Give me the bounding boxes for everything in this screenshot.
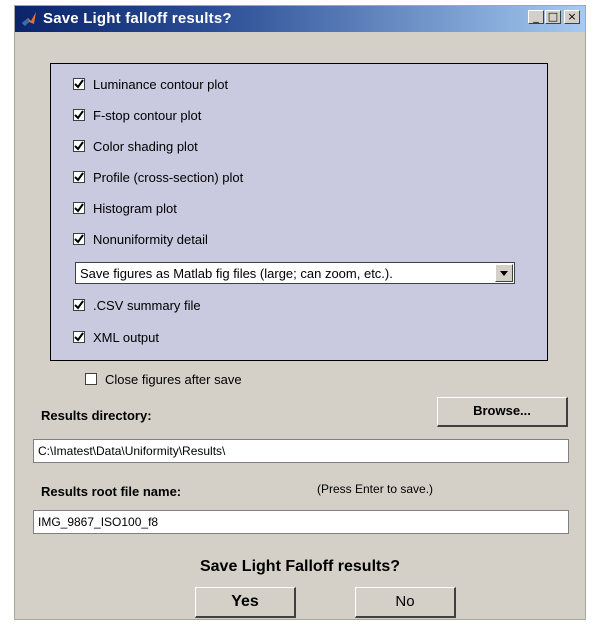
option-color-shading[interactable]: Color shading plot bbox=[73, 137, 198, 155]
yes-button[interactable]: Yes bbox=[195, 587, 296, 618]
chevron-down-icon bbox=[500, 271, 508, 276]
checkbox[interactable] bbox=[73, 78, 85, 90]
close-button[interactable]: × bbox=[564, 10, 580, 24]
option-nonuniformity[interactable]: Nonuniformity detail bbox=[73, 230, 208, 248]
window-title: Save Light falloff results? bbox=[43, 10, 232, 27]
results-directory-value: C:\Imatest\Data\Uniformity\Results\ bbox=[38, 444, 226, 458]
check-icon bbox=[74, 79, 84, 89]
option-label: Color shading plot bbox=[93, 138, 198, 154]
figure-format-select[interactable]: Save figures as Matlab fig files (large;… bbox=[75, 262, 515, 284]
checkbox[interactable] bbox=[73, 171, 85, 183]
option-label: Nonuniformity detail bbox=[93, 231, 208, 247]
checkbox[interactable] bbox=[73, 109, 85, 121]
output-options-panel: Luminance contour plot F-stop contour pl… bbox=[50, 63, 548, 361]
option-histogram[interactable]: Histogram plot bbox=[73, 199, 177, 217]
results-root-label: Results root file name: bbox=[41, 484, 182, 499]
check-icon bbox=[74, 110, 84, 120]
no-label: No bbox=[395, 593, 415, 610]
browse-button[interactable]: Browse... bbox=[437, 397, 568, 427]
option-label: Histogram plot bbox=[93, 200, 177, 216]
checkbox[interactable] bbox=[85, 373, 97, 385]
option-luminance-contour[interactable]: Luminance contour plot bbox=[73, 75, 228, 93]
maximize-icon: □ bbox=[547, 10, 559, 23]
maximize-button[interactable]: □ bbox=[545, 10, 561, 24]
dropdown-button[interactable] bbox=[495, 264, 513, 282]
check-icon bbox=[74, 203, 84, 213]
figure-format-value: Save figures as Matlab fig files (large;… bbox=[80, 266, 393, 281]
results-directory-label: Results directory: bbox=[41, 408, 152, 423]
check-icon bbox=[74, 141, 84, 151]
browse-label: Browse... bbox=[473, 403, 531, 418]
option-csv-summary[interactable]: .CSV summary file bbox=[73, 296, 201, 314]
save-prompt: Save Light Falloff results? bbox=[199, 558, 401, 575]
checkbox[interactable] bbox=[73, 331, 85, 343]
results-root-input[interactable]: IMG_9867_ISO100_f8 bbox=[33, 510, 569, 534]
check-icon bbox=[74, 172, 84, 182]
option-label: XML output bbox=[93, 329, 160, 345]
checkbox[interactable] bbox=[73, 299, 85, 311]
results-root-value: IMG_9867_ISO100_f8 bbox=[38, 515, 159, 529]
option-xml-output[interactable]: XML output bbox=[73, 328, 159, 346]
matlab-app-icon bbox=[20, 10, 38, 28]
minimize-icon: _ bbox=[533, 10, 539, 23]
option-close-figures[interactable]: Close figures after save bbox=[85, 370, 242, 388]
option-label: Profile (cross-section) plot bbox=[93, 169, 244, 185]
title-bar[interactable]: Save Light falloff results? _ □ × bbox=[15, 6, 585, 32]
yes-label: Yes bbox=[231, 593, 259, 610]
check-icon bbox=[74, 300, 84, 310]
option-profile-plot[interactable]: Profile (cross-section) plot bbox=[73, 168, 243, 186]
no-button[interactable]: No bbox=[355, 587, 456, 618]
results-directory-input[interactable]: C:\Imatest\Data\Uniformity\Results\ bbox=[33, 439, 569, 463]
checkbox[interactable] bbox=[73, 202, 85, 214]
checkbox[interactable] bbox=[73, 233, 85, 245]
check-icon bbox=[74, 332, 84, 342]
dialog-window: Save Light falloff results? _ □ × Lumina… bbox=[14, 5, 586, 620]
option-label: F-stop contour plot bbox=[93, 107, 202, 123]
press-enter-hint: (Press Enter to save.) bbox=[317, 482, 434, 496]
option-fstop-contour[interactable]: F-stop contour plot bbox=[73, 106, 201, 124]
checkbox[interactable] bbox=[73, 140, 85, 152]
check-icon bbox=[74, 234, 84, 244]
close-icon: × bbox=[567, 10, 577, 23]
minimize-button[interactable]: _ bbox=[528, 10, 544, 24]
option-label: Close figures after save bbox=[105, 371, 242, 387]
option-label: .CSV summary file bbox=[93, 297, 201, 313]
option-label: Luminance contour plot bbox=[93, 76, 229, 92]
